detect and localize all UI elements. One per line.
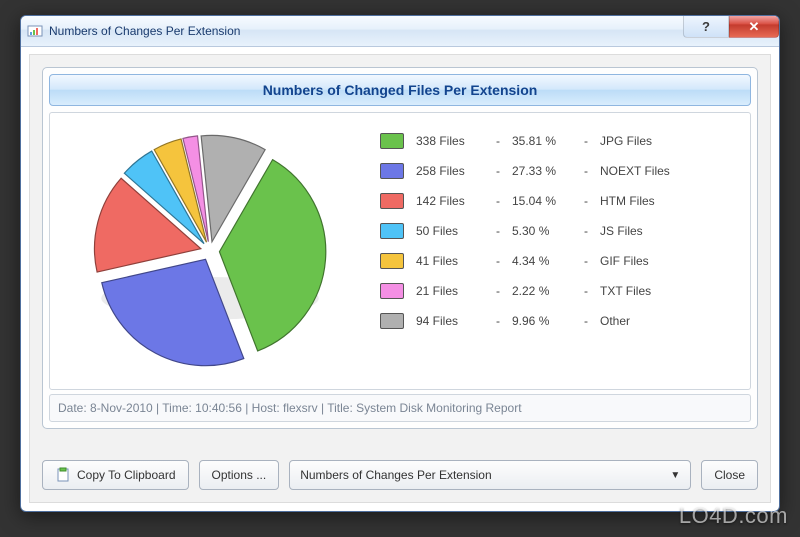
legend-label: Other: [600, 314, 740, 328]
legend-row: 258 Files-27.33 %-NOEXT Files: [380, 163, 740, 179]
close-label: Close: [714, 468, 745, 482]
legend-row: 142 Files-15.04 %-HTM Files: [380, 193, 740, 209]
app-icon: [27, 23, 43, 39]
legend-dash: -: [584, 224, 600, 238]
legend-dash: -: [496, 134, 512, 148]
legend-files: 50 Files: [416, 224, 496, 238]
report-footer: Date: 8-Nov-2010 | Time: 10:40:56 | Host…: [49, 394, 751, 422]
legend-row: 21 Files-2.22 %-TXT Files: [380, 283, 740, 299]
legend-percent: 5.30 %: [512, 224, 584, 238]
legend-row: 94 Files-9.96 %-Other: [380, 313, 740, 329]
panel-title: Numbers of Changed Files Per Extension: [263, 82, 538, 98]
toolbar: Copy To Clipboard Options ... Numbers of…: [42, 460, 758, 490]
legend-label: JS Files: [600, 224, 740, 238]
legend-swatch: [380, 313, 404, 329]
legend-percent: 15.04 %: [512, 194, 584, 208]
legend-percent: 2.22 %: [512, 284, 584, 298]
legend-dash: -: [496, 284, 512, 298]
legend-label: HTM Files: [600, 194, 740, 208]
legend-dash: -: [584, 164, 600, 178]
select-value: Numbers of Changes Per Extension: [300, 468, 491, 482]
options-label: Options ...: [212, 468, 267, 482]
footer-text: Date: 8-Nov-2010 | Time: 10:40:56 | Host…: [58, 401, 522, 415]
legend-row: 41 Files-4.34 %-GIF Files: [380, 253, 740, 269]
legend-dash: -: [584, 134, 600, 148]
client-area: Numbers of Changed Files Per Extension 3…: [29, 54, 771, 503]
options-button[interactable]: Options ...: [199, 460, 280, 490]
dialog-window: Numbers of Changes Per Extension ? ✕ Num…: [20, 15, 780, 512]
legend-row: 338 Files-35.81 %-JPG Files: [380, 133, 740, 149]
watermark: LO4D.com: [679, 503, 788, 529]
legend-files: 142 Files: [416, 194, 496, 208]
legend-dash: -: [584, 194, 600, 208]
legend-dash: -: [584, 284, 600, 298]
legend-percent: 9.96 %: [512, 314, 584, 328]
legend-files: 94 Files: [416, 314, 496, 328]
legend-files: 21 Files: [416, 284, 496, 298]
clipboard-icon: [55, 467, 71, 483]
legend-files: 41 Files: [416, 254, 496, 268]
legend-files: 338 Files: [416, 134, 496, 148]
report-select[interactable]: Numbers of Changes Per Extension ▼: [289, 460, 691, 490]
legend-files: 258 Files: [416, 164, 496, 178]
help-icon: ?: [702, 19, 710, 34]
help-button[interactable]: ?: [683, 16, 729, 38]
legend-swatch: [380, 163, 404, 179]
legend-dash: -: [584, 254, 600, 268]
pie-chart-container: [50, 113, 370, 389]
pie-chart: [80, 121, 340, 381]
legend-dash: -: [496, 164, 512, 178]
legend-swatch: [380, 223, 404, 239]
pie-slice: [102, 259, 244, 365]
legend-dash: -: [496, 314, 512, 328]
legend-dash: -: [496, 254, 512, 268]
titlebar[interactable]: Numbers of Changes Per Extension ? ✕: [21, 16, 779, 47]
legend-dash: -: [584, 314, 600, 328]
legend-dash: -: [496, 224, 512, 238]
close-icon: ✕: [749, 19, 760, 35]
legend-swatch: [380, 193, 404, 209]
legend-percent: 27.33 %: [512, 164, 584, 178]
window-title: Numbers of Changes Per Extension: [49, 24, 240, 38]
report-panel: Numbers of Changed Files Per Extension 3…: [42, 67, 758, 429]
legend-label: NOEXT Files: [600, 164, 740, 178]
legend: 338 Files-35.81 %-JPG Files258 Files-27.…: [370, 113, 750, 389]
copy-to-clipboard-button[interactable]: Copy To Clipboard: [42, 460, 189, 490]
chart-area: 338 Files-35.81 %-JPG Files258 Files-27.…: [49, 112, 751, 390]
legend-dash: -: [496, 194, 512, 208]
legend-label: JPG Files: [600, 134, 740, 148]
legend-swatch: [380, 253, 404, 269]
legend-swatch: [380, 283, 404, 299]
legend-percent: 35.81 %: [512, 134, 584, 148]
chevron-down-icon: ▼: [670, 470, 680, 481]
window-controls: ? ✕: [683, 16, 779, 38]
legend-row: 50 Files-5.30 %-JS Files: [380, 223, 740, 239]
legend-percent: 4.34 %: [512, 254, 584, 268]
legend-label: TXT Files: [600, 284, 740, 298]
copy-label: Copy To Clipboard: [77, 468, 176, 482]
close-button[interactable]: Close: [701, 460, 758, 490]
legend-label: GIF Files: [600, 254, 740, 268]
window-close-button[interactable]: ✕: [729, 16, 779, 38]
panel-header: Numbers of Changed Files Per Extension: [49, 74, 751, 106]
legend-swatch: [380, 133, 404, 149]
